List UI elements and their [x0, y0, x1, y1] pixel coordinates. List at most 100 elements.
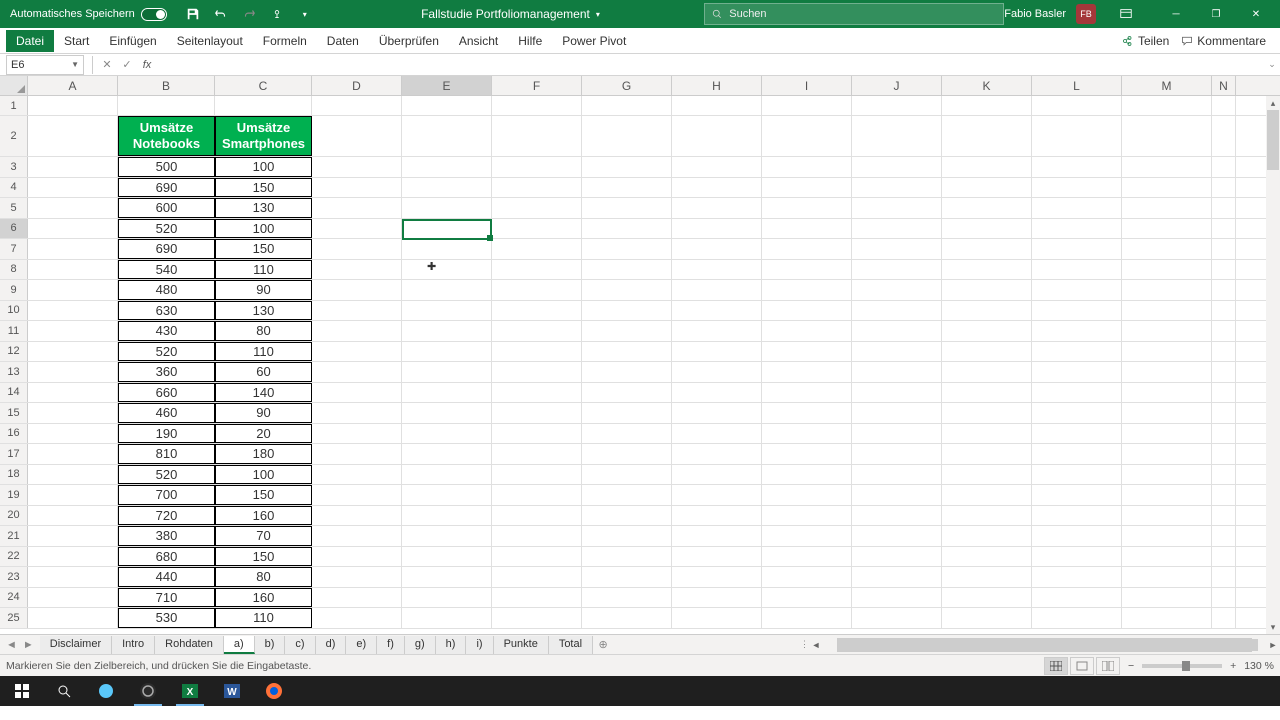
hscroll-left-icon[interactable]: ◄ [809, 640, 823, 650]
cell[interactable] [582, 444, 672, 464]
cell[interactable] [492, 547, 582, 567]
cell[interactable] [762, 362, 852, 382]
cell[interactable] [762, 506, 852, 526]
cell[interactable] [582, 403, 672, 423]
cell[interactable] [582, 506, 672, 526]
cell[interactable] [312, 116, 402, 156]
cell[interactable] [1032, 403, 1122, 423]
cell[interactable] [402, 383, 492, 403]
search-taskbar-icon[interactable] [44, 676, 84, 706]
cell[interactable] [672, 321, 762, 341]
data-cell[interactable]: 80 [215, 567, 312, 587]
cell[interactable] [1122, 485, 1212, 505]
cell[interactable] [762, 280, 852, 300]
row-header[interactable]: 20 [0, 506, 28, 526]
cell[interactable] [582, 116, 672, 156]
cell[interactable] [402, 608, 492, 628]
col-header[interactable]: E [402, 76, 492, 95]
cell[interactable] [762, 526, 852, 546]
sheet-tab[interactable]: h) [436, 636, 467, 654]
data-cell[interactable]: 110 [215, 342, 312, 362]
sheet-tab[interactable]: f) [377, 636, 405, 654]
cell[interactable] [1122, 116, 1212, 156]
data-cell[interactable]: 20 [215, 424, 312, 444]
cell[interactable] [1122, 567, 1212, 587]
tab-daten[interactable]: Daten [317, 30, 369, 52]
data-cell[interactable]: 700 [118, 485, 215, 505]
cell[interactable] [28, 424, 118, 444]
cell[interactable] [672, 383, 762, 403]
cell[interactable] [942, 506, 1032, 526]
cell[interactable] [312, 608, 402, 628]
cell[interactable] [402, 260, 492, 280]
data-cell[interactable]: 110 [215, 608, 312, 628]
save-icon[interactable] [181, 2, 205, 26]
touch-mode-icon[interactable] [265, 2, 289, 26]
cell[interactable] [852, 547, 942, 567]
cell[interactable] [1212, 96, 1236, 115]
cell[interactable] [492, 280, 582, 300]
data-cell[interactable]: 90 [215, 280, 312, 300]
data-cell[interactable]: 190 [118, 424, 215, 444]
zoom-out-button[interactable]: − [1128, 660, 1134, 672]
cell[interactable] [312, 567, 402, 587]
tab-ansicht[interactable]: Ansicht [449, 30, 508, 52]
cell[interactable] [942, 608, 1032, 628]
cell[interactable] [942, 526, 1032, 546]
col-header[interactable]: M [1122, 76, 1212, 95]
data-cell[interactable]: 680 [118, 547, 215, 567]
sheet-tab[interactable]: Disclaimer [40, 636, 112, 654]
expand-formula-icon[interactable]: ⌄ [1264, 59, 1280, 70]
cell[interactable] [1032, 383, 1122, 403]
taskbar-app-obs[interactable] [128, 676, 168, 706]
cell[interactable] [762, 219, 852, 239]
data-cell[interactable]: 110 [215, 260, 312, 280]
data-cell[interactable]: 130 [215, 301, 312, 321]
cell[interactable] [1122, 383, 1212, 403]
cell[interactable] [762, 239, 852, 259]
row-header[interactable]: 22 [0, 547, 28, 567]
cell[interactable] [28, 219, 118, 239]
cell[interactable] [1212, 608, 1236, 628]
cell[interactable] [1212, 362, 1236, 382]
row-header[interactable]: 15 [0, 403, 28, 423]
cell[interactable] [118, 96, 215, 115]
data-cell[interactable]: 380 [118, 526, 215, 546]
cell[interactable] [1122, 96, 1212, 115]
cell[interactable] [28, 465, 118, 485]
cell[interactable] [1212, 588, 1236, 608]
cell[interactable] [1122, 198, 1212, 218]
cell[interactable] [762, 403, 852, 423]
cell[interactable] [1212, 321, 1236, 341]
cell[interactable] [492, 506, 582, 526]
cell[interactable] [942, 219, 1032, 239]
cell[interactable] [1032, 239, 1122, 259]
cell[interactable] [852, 608, 942, 628]
cell[interactable] [312, 485, 402, 505]
cell[interactable] [942, 301, 1032, 321]
cell[interactable] [762, 157, 852, 177]
col-header[interactable]: J [852, 76, 942, 95]
cell[interactable] [1212, 260, 1236, 280]
scroll-down-icon[interactable]: ▾ [1266, 620, 1280, 634]
cell[interactable] [402, 588, 492, 608]
cell[interactable] [312, 301, 402, 321]
cell[interactable] [762, 260, 852, 280]
cell[interactable] [402, 444, 492, 464]
cell[interactable] [1212, 424, 1236, 444]
cell[interactable] [492, 424, 582, 444]
data-cell[interactable]: 690 [118, 239, 215, 259]
row-header[interactable]: 2 [0, 116, 28, 156]
hscroll-thumb[interactable] [838, 639, 1258, 651]
redo-icon[interactable] [237, 2, 261, 26]
cell[interactable] [672, 362, 762, 382]
data-cell[interactable]: 540 [118, 260, 215, 280]
cell[interactable] [1032, 465, 1122, 485]
cell[interactable] [582, 485, 672, 505]
cell[interactable] [672, 567, 762, 587]
scroll-up-icon[interactable]: ▴ [1266, 96, 1280, 110]
page-layout-view-button[interactable] [1070, 657, 1094, 675]
cell[interactable] [942, 567, 1032, 587]
cell[interactable] [762, 178, 852, 198]
cell[interactable] [852, 567, 942, 587]
